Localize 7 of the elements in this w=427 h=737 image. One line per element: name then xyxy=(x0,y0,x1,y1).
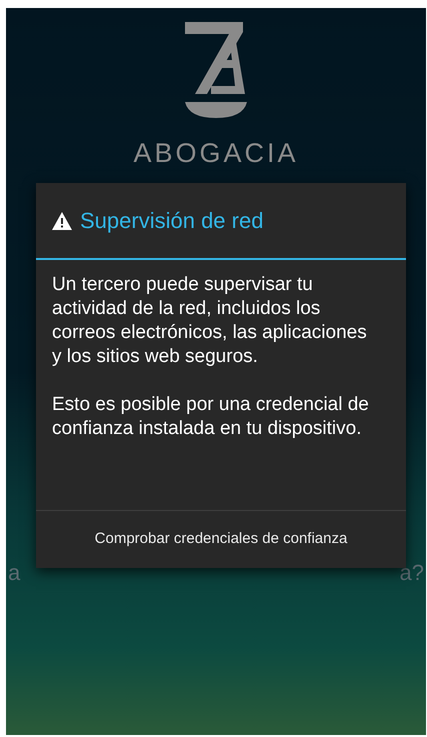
dialog-message: Un tercero puede supervisar tu actividad de la red, incluidos los correos electrónicos, las aplicaciones y los sitios web seguros. xyxy=(52,273,368,369)
warning-icon xyxy=(52,212,72,230)
dialog-message: Esto es posible por una credencial de confianza instalada en tu dispositivo. xyxy=(52,393,370,441)
brand-name: ABOGACIA xyxy=(133,138,299,168)
dialog-title: Supervisión de red xyxy=(80,207,264,235)
background-text: a xyxy=(8,559,20,587)
logo-icon xyxy=(185,22,247,118)
